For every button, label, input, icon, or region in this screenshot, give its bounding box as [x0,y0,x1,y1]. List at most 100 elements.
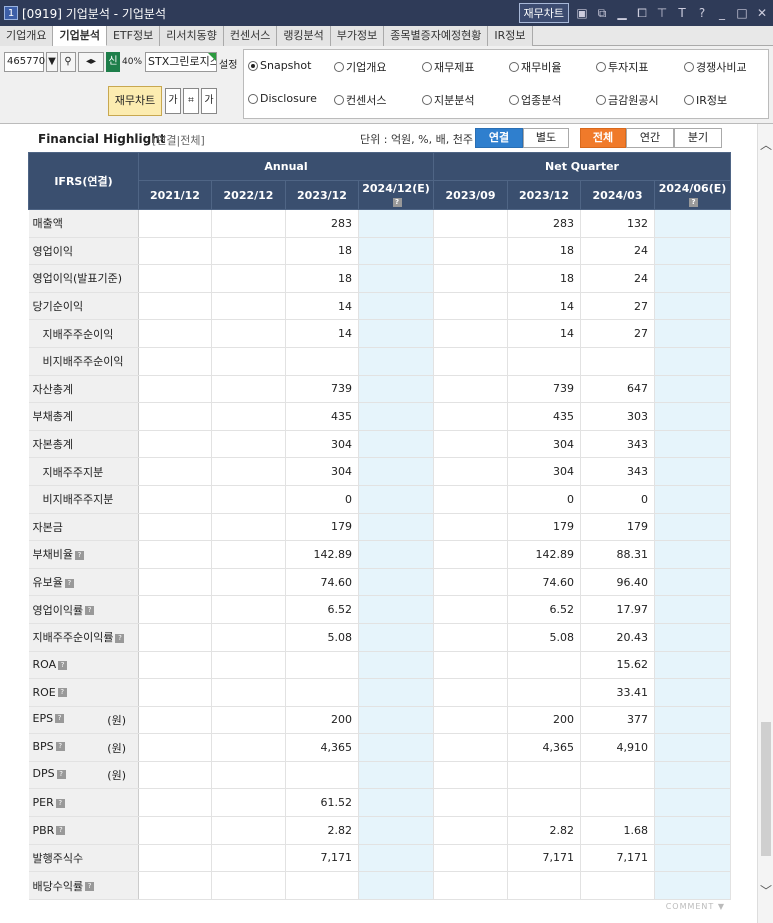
close-icon[interactable]: ✕ [755,6,769,20]
font-icon[interactable]: T [675,6,689,20]
tab-0[interactable]: 기업개요 [0,26,54,46]
tab-3[interactable]: 리서치동향 [160,26,224,46]
table-row: DPS? (원) [28,761,732,790]
table-cell: 7,171 [285,844,359,873]
table-cell: 179 [507,513,582,542]
radio-3[interactable]: 재무비율 [509,59,561,75]
radio-4[interactable]: 투자지표 [596,59,648,75]
radio-11[interactable]: IR정보 [684,92,727,108]
table-cell [433,513,509,542]
estimate-help-icon[interactable]: ? [392,197,402,207]
prev-next-icon[interactable]: ◂▸ [78,52,104,72]
text-smaller-icon[interactable]: 가 [165,88,181,114]
help-icon[interactable]: ? [57,688,67,698]
table-cell: 5.08 [285,623,359,652]
help-icon[interactable]: ? [55,714,65,724]
table-cell [654,347,732,376]
annual-button[interactable]: 연간 [626,128,674,148]
scroll-thumb[interactable] [761,722,771,856]
help-icon[interactable]: ? [85,882,95,892]
quarter-button[interactable]: 분기 [674,128,722,148]
help-icon[interactable]: ? [64,578,74,588]
comment-toggle[interactable]: COMMENT ▼ [666,902,725,911]
table-cell [358,706,435,735]
stock-name-field[interactable]: STX그린로지스 [145,52,217,72]
radio-label: 투자지표 [608,61,649,74]
table-cell [433,706,509,735]
row-label-text: 배당수익률 [32,879,84,893]
consolidated-button[interactable]: 연결 [475,128,523,148]
help-icon[interactable]: ? [695,6,709,20]
table-cell [138,513,212,542]
help-icon[interactable]: ? [55,742,65,752]
radio-0[interactable]: Snapshot [248,59,311,72]
stock-code-input[interactable]: 465770 [4,52,45,72]
tab-6[interactable]: 부가정보 [330,26,385,46]
radio-label: Disclosure [260,92,317,105]
tab-4[interactable]: 컨센서스 [223,26,278,46]
all-period-button[interactable]: 전체 [580,128,626,148]
column-header: 2024/12(E)? [357,180,435,210]
expand-icon[interactable]: ⌗ [183,88,199,114]
tab-1[interactable]: 기업분석 [53,26,107,46]
minimize-group-icon[interactable]: ▁ [615,6,629,20]
scroll-up-icon[interactable]: ︿ [760,136,772,153]
search-icon[interactable]: ⚲ [60,52,76,72]
help-icon[interactable]: ? [74,550,84,560]
tab-8[interactable]: IR정보 [488,26,533,46]
text-larger-icon[interactable]: 가 [201,88,217,114]
image-icon[interactable]: ▣ [575,6,589,20]
vertical-scrollbar[interactable]: ︿ ﹀ [757,124,773,923]
maximize-icon[interactable]: □ [735,6,749,20]
pin-icon[interactable]: ⊤ [655,6,669,20]
help-icon[interactable]: ? [55,798,65,808]
radio-10[interactable]: 금감원공시 [596,92,659,108]
row-label-text: 자산총계 [32,382,73,396]
table-cell [358,209,435,238]
table-cell: 142.89 [285,540,359,569]
highlight-subtitle: [연결|전체] [152,134,205,147]
radio-8[interactable]: 지분분석 [422,92,474,108]
column-header: 2024/03 [580,180,656,210]
table-row: 지배주주순이익 14 14 27 [28,319,732,348]
restore-icon[interactable]: ⧠ [635,6,649,21]
estimate-help-icon[interactable]: ? [689,197,699,207]
window-title: [0919] 기업분석 - 기업분석 [22,6,166,21]
radio-6[interactable]: Disclosure [248,92,317,105]
radio-7[interactable]: 컨센서스 [334,92,386,108]
table-cell [433,623,509,652]
code-dropdown-icon[interactable]: ▼ [46,52,58,72]
table-cell [654,513,732,542]
separate-button[interactable]: 별도 [523,128,569,148]
table-cell [433,788,509,818]
fin-chart-button[interactable]: 재무차트 [108,86,162,116]
tab-5[interactable]: 랭킹분석 [277,26,331,46]
help-icon[interactable]: ? [58,660,68,670]
radio-2[interactable]: 재무제표 [422,59,474,75]
table-cell [358,678,435,707]
fin-chart-title-button[interactable]: 재무차트 [518,3,569,23]
radio-1[interactable]: 기업개요 [334,59,386,75]
table-cell [358,375,435,404]
table-cell [433,237,509,266]
help-icon[interactable]: ? [115,633,125,643]
tab-2[interactable]: ETF정보 [106,26,161,46]
link-icon[interactable]: ⧉ [595,6,609,21]
help-icon[interactable]: ? [56,826,66,836]
tab-7[interactable]: 종목별증자예정현황 [384,26,489,46]
table-cell [433,375,509,404]
table-cell [654,761,732,790]
table-cell [433,209,509,238]
row-label-text: PBR [32,823,55,837]
scroll-down-icon[interactable]: ﹀ [760,882,772,899]
row-unit: (원) [107,769,126,783]
window-number[interactable]: 1 [4,6,18,20]
radio-5[interactable]: 경쟁사비교 [684,59,747,75]
table-cell [138,651,212,680]
table-cell [358,540,435,569]
radio-9[interactable]: 업종분석 [509,92,561,108]
minimize-icon[interactable]: _ [715,6,729,20]
setting-button[interactable]: 설정 [219,56,237,71]
help-icon[interactable]: ? [56,769,66,779]
help-icon[interactable]: ? [85,606,95,616]
